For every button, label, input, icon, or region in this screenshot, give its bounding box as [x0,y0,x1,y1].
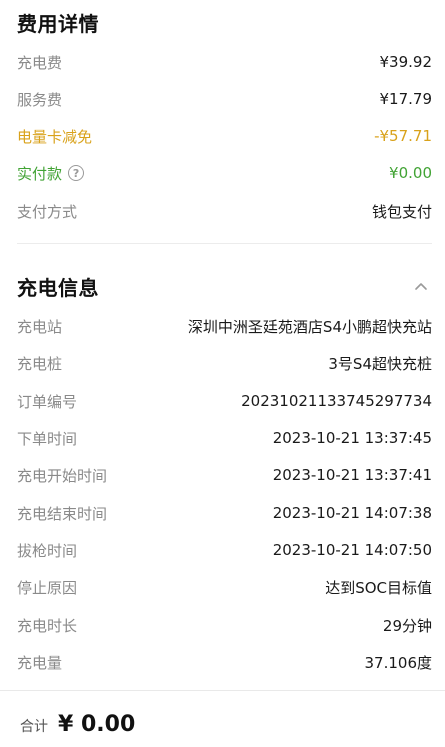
total-value: ¥ 0.00 [58,712,136,737]
info-value-energy: 37.106度 [364,653,433,672]
chevron-up-icon[interactable] [413,278,429,294]
info-row-start-time: 充电开始时间 2023-10-21 13:37:41 [17,463,432,487]
info-label-energy: 充电量 [17,653,63,672]
info-value-duration: 29分钟 [382,616,432,635]
fee-value-payment-method: 钱包支付 [371,202,432,221]
fee-value-paid: ¥0.00 [389,164,432,182]
info-value-unplug-time: 2023-10-21 14:07:50 [272,541,432,559]
section-divider [17,243,432,244]
info-value-pile: 3号S4超快充桩 [328,354,432,373]
info-row-order-number: 订单编号 20231021133745297734 [17,389,432,413]
fee-value-discount: -¥57.71 [374,127,432,145]
info-label-station: 充电站 [17,317,63,336]
question-circle-icon[interactable]: ? [68,165,85,181]
info-row-unplug-time: 拔枪时间 2023-10-21 14:07:50 [17,538,432,562]
fee-label-payment-method: 支付方式 [17,202,78,221]
info-row-duration: 充电时长 29分钟 [17,613,432,637]
info-row-station: 充电站 深圳中洲圣廷苑酒店S4小鹏超快充站 [17,314,432,338]
info-label-unplug-time: 拔枪时间 [17,541,78,560]
fee-label-paid: 实付款 [17,164,63,183]
charging-info-title: 充电信息 [17,276,99,300]
fee-label-paid-wrap: 实付款 ? [17,163,85,184]
info-value-end-time: 2023-10-21 14:07:38 [272,504,432,522]
info-label-order-time: 下单时间 [17,429,78,448]
info-value-order-number: 20231021133745297734 [241,392,432,410]
info-row-order-time: 下单时间 2023-10-21 13:37:45 [17,426,432,450]
fee-value-charging: ¥39.92 [379,53,433,71]
info-row-energy: 充电量 37.106度 [17,650,432,674]
total-label: 合计 [20,719,48,735]
fee-value-service: ¥17.79 [379,90,433,108]
info-label-start-time: 充电开始时间 [17,466,108,485]
info-value-station: 深圳中洲圣廷苑酒店S4小鹏超快充站 [187,317,432,336]
fee-details-title: 费用详情 [17,12,99,36]
info-row-end-time: 充电结束时间 2023-10-21 14:07:38 [17,501,432,525]
info-row-stop-reason: 停止原因 达到SOC目标值 [17,575,432,599]
fee-label-discount: 电量卡减免 [17,127,93,146]
fee-label-service: 服务费 [17,90,63,109]
info-label-order-number: 订单编号 [17,392,78,411]
fee-label-charging: 充电费 [17,53,63,72]
total-bar: 合计 ¥ 0.00 [20,712,135,746]
info-label-stop-reason: 停止原因 [17,578,78,597]
info-value-order-time: 2023-10-21 13:37:45 [272,429,432,447]
fee-row-discount: 电量卡减免 -¥57.71 [17,124,432,148]
info-value-stop-reason: 达到SOC目标值 [325,578,432,597]
info-value-start-time: 2023-10-21 13:37:41 [272,466,432,484]
fee-row-service: 服务费 ¥17.79 [17,87,432,111]
fee-row-paid: 实付款 ? ¥0.00 [17,161,432,185]
info-label-end-time: 充电结束时间 [17,504,108,523]
info-label-duration: 充电时长 [17,616,78,635]
footer-divider [0,690,445,691]
info-row-pile: 充电桩 3号S4超快充桩 [17,351,432,375]
info-label-pile: 充电桩 [17,354,63,373]
fee-row-payment-method: 支付方式 钱包支付 [17,199,432,223]
fee-row-charging: 充电费 ¥39.92 [17,50,432,74]
